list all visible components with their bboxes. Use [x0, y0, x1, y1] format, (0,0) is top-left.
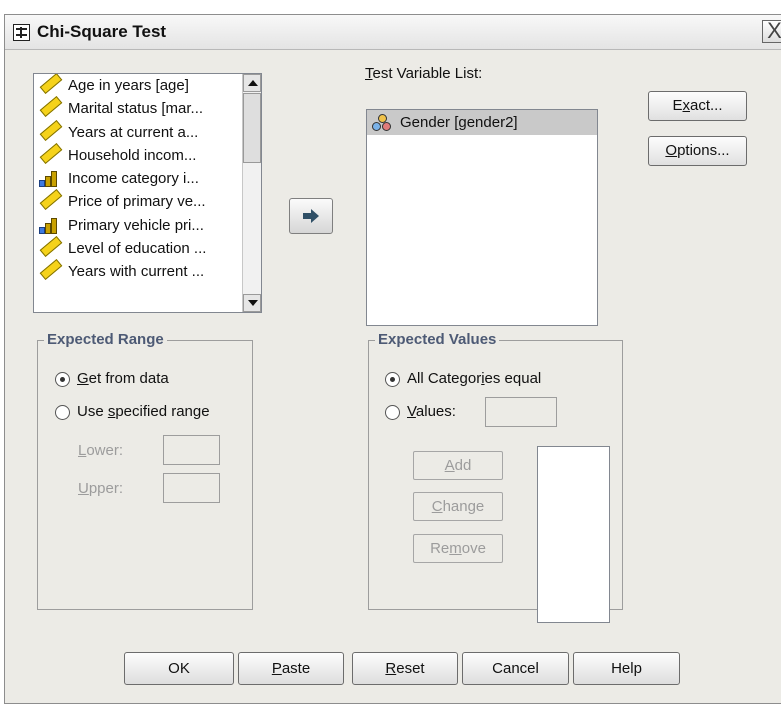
list-item[interactable]: Years with current ... [34, 259, 240, 283]
list-item[interactable]: Price of primary ve... [34, 189, 240, 213]
help-button[interactable]: Help [573, 652, 680, 685]
add-button[interactable]: Add [413, 451, 503, 480]
lower-label: Lower: [78, 442, 124, 459]
scale-icon [39, 74, 63, 95]
values-input[interactable] [485, 397, 557, 427]
list-item[interactable]: Primary vehicle pri... [34, 214, 240, 237]
list-item[interactable]: Age in years [age] [34, 74, 240, 97]
scroll-up-arrow-icon[interactable] [243, 74, 261, 92]
upper-input[interactable] [163, 473, 220, 503]
use-specified-range-label: Use specified range [77, 403, 210, 420]
ordinal-icon [39, 217, 59, 234]
get-from-data-label: Get from data [77, 370, 169, 387]
expected-values-title: Expected Values [375, 331, 500, 348]
get-from-data-radio[interactable] [55, 372, 70, 387]
list-item[interactable]: Household incom... [34, 142, 240, 167]
values-radio[interactable] [385, 405, 400, 420]
close-button[interactable]: X [762, 20, 781, 43]
options-button[interactable]: Options... [648, 136, 747, 166]
list-item[interactable]: Gender [gender2] [367, 110, 597, 135]
ordinal-icon [39, 171, 59, 188]
list-item[interactable]: Level of education ... [34, 236, 240, 260]
reset-button[interactable]: Reset [352, 652, 458, 685]
vertical-scrollbar[interactable] [242, 74, 261, 312]
source-variable-list[interactable]: Age in years [age] Marital status [mar..… [33, 73, 262, 313]
right-arrow-icon [303, 209, 319, 223]
test-variable-list-label: Test Variable List: [365, 65, 483, 82]
remove-button[interactable]: Remove [413, 534, 503, 563]
scale-icon [39, 119, 63, 141]
list-item[interactable]: Income category i... [34, 167, 240, 190]
scale-icon [39, 236, 63, 258]
expected-values-group: Expected Values All Categories equal Val… [368, 331, 623, 623]
scale-icon [39, 259, 63, 281]
scale-icon [39, 142, 63, 164]
dialog-title: Chi-Square Test [37, 22, 167, 41]
list-item[interactable]: Years at current a... [34, 119, 240, 144]
paste-button[interactable]: Paste [238, 652, 344, 685]
move-variable-button[interactable] [289, 198, 333, 234]
cancel-button[interactable]: Cancel [462, 652, 569, 685]
upper-label: Upper: [78, 480, 124, 497]
scroll-thumb[interactable] [243, 93, 261, 163]
exact-button[interactable]: Exact... [648, 91, 747, 121]
lower-input[interactable] [163, 435, 220, 465]
values-label: Values: [407, 403, 456, 420]
all-categories-equal-label: All Categories equal [407, 370, 542, 387]
scale-icon [39, 96, 63, 118]
app-icon [13, 24, 30, 41]
all-categories-equal-radio[interactable] [385, 372, 400, 387]
ok-button[interactable]: OK [124, 652, 234, 685]
scale-icon [39, 189, 63, 211]
expected-range-title: Expected Range [44, 331, 167, 348]
list-item[interactable]: Marital status [mar... [34, 96, 240, 120]
change-button[interactable]: Change [413, 492, 503, 521]
scroll-down-arrow-icon[interactable] [243, 294, 261, 312]
test-variable-list[interactable]: Gender [gender2] [366, 109, 598, 326]
title-bar[interactable]: Chi-Square Test X [5, 15, 781, 50]
use-specified-range-radio[interactable] [55, 405, 70, 420]
nominal-icon [372, 114, 394, 132]
chi-square-dialog: Chi-Square Test X Age in years [age] Mar… [4, 14, 781, 704]
expected-values-list[interactable] [537, 446, 610, 623]
expected-range-group: Expected Range Get from data Use specifi… [37, 331, 253, 610]
